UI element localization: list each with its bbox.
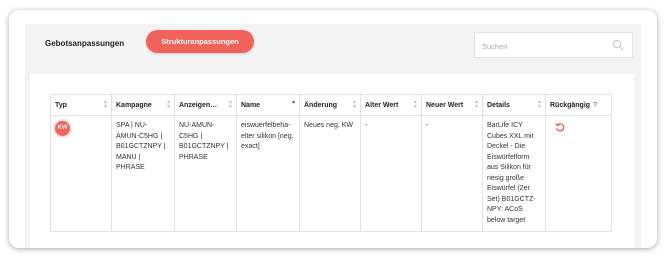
search-icon[interactable] <box>612 39 624 51</box>
help-icon[interactable]: ? <box>593 102 597 109</box>
cell-neuer-wert: - <box>421 115 483 232</box>
sort-icon: ▲ ▼ <box>537 99 542 110</box>
cell-name: eiswuerfelbeha-elter silikon [neg. exact… <box>236 115 300 232</box>
col-header-alter-wert[interactable]: Alter Wert ▲ ▼ <box>360 94 422 116</box>
col-header-neuer-wert[interactable]: Neuer Wert ▲ ▼ <box>421 94 483 116</box>
search-input[interactable] <box>475 33 614 59</box>
sort-icon: ▲ ▼ <box>103 99 108 110</box>
undo-icon[interactable] <box>555 122 565 132</box>
col-header-typ[interactable]: Typ ▲ ▼ <box>50 94 112 116</box>
sort-icon: ▲ ▼ <box>413 99 418 110</box>
cell-aenderung: Neues neg. KW <box>299 115 361 232</box>
changes-table: Typ ▲ ▼ Kampagne ▲ ▼ Anzeigen… ▲ ▼ Name ▲ Änder… <box>50 94 612 232</box>
sort-icon: ▲ ▼ <box>352 99 357 110</box>
sort-icon: ▲ ▼ <box>474 99 479 110</box>
tab-strukturanpassungen[interactable]: Strukturanpassungen <box>146 30 254 53</box>
cell-kampagne: SPA | NU-AMUN-C5HG | B01GCTZNPY | MANU |… <box>111 115 175 232</box>
col-header-anzeigengruppe[interactable]: Anzeigen… ▲ ▼ <box>174 94 237 116</box>
main-panel: Gebotsanpassungen Strukturanpassungen Ty… <box>25 24 641 248</box>
col-header-rueckgaengig: Rückgängig? <box>545 94 612 116</box>
search-box <box>474 32 633 59</box>
sort-icon: ▲ ▼ <box>228 99 233 110</box>
sort-icon: ▲ ▼ <box>166 99 171 110</box>
sort-asc-icon: ▲ <box>291 99 296 105</box>
table-container: Typ ▲ ▼ Kampagne ▲ ▼ Anzeigen… ▲ ▼ Name ▲ Änder… <box>30 74 634 248</box>
col-header-details[interactable]: Details ▲ ▼ <box>482 94 546 116</box>
table-row: KW SPA | NU-AMUN-C5HG | B01GCTZNPY | MAN… <box>50 115 612 232</box>
tab-gebotsanpassungen[interactable]: Gebotsanpassungen <box>45 39 124 48</box>
col-header-aenderung[interactable]: Änderung ▲ ▼ <box>299 94 361 116</box>
cell-alter-wert: - <box>360 115 422 232</box>
app-window: Gebotsanpassungen Strukturanpassungen Ty… <box>9 10 657 248</box>
cell-details: BarLife ICY Cubes XXL mit Deckel - Die E… <box>482 115 546 232</box>
cell-rueckgaengig <box>545 115 612 232</box>
cell-typ: KW <box>50 115 112 232</box>
col-header-kampagne[interactable]: Kampagne ▲ ▼ <box>111 94 175 116</box>
cell-anzeigengruppe: NU-AMUN-C5HG | B01GCTZNPY | PHRASE <box>174 115 237 232</box>
keyword-badge: KW <box>55 121 70 136</box>
table-header-row: Typ ▲ ▼ Kampagne ▲ ▼ Anzeigen… ▲ ▼ Name ▲ Änder… <box>50 94 612 116</box>
col-header-name[interactable]: Name ▲ <box>236 94 300 116</box>
